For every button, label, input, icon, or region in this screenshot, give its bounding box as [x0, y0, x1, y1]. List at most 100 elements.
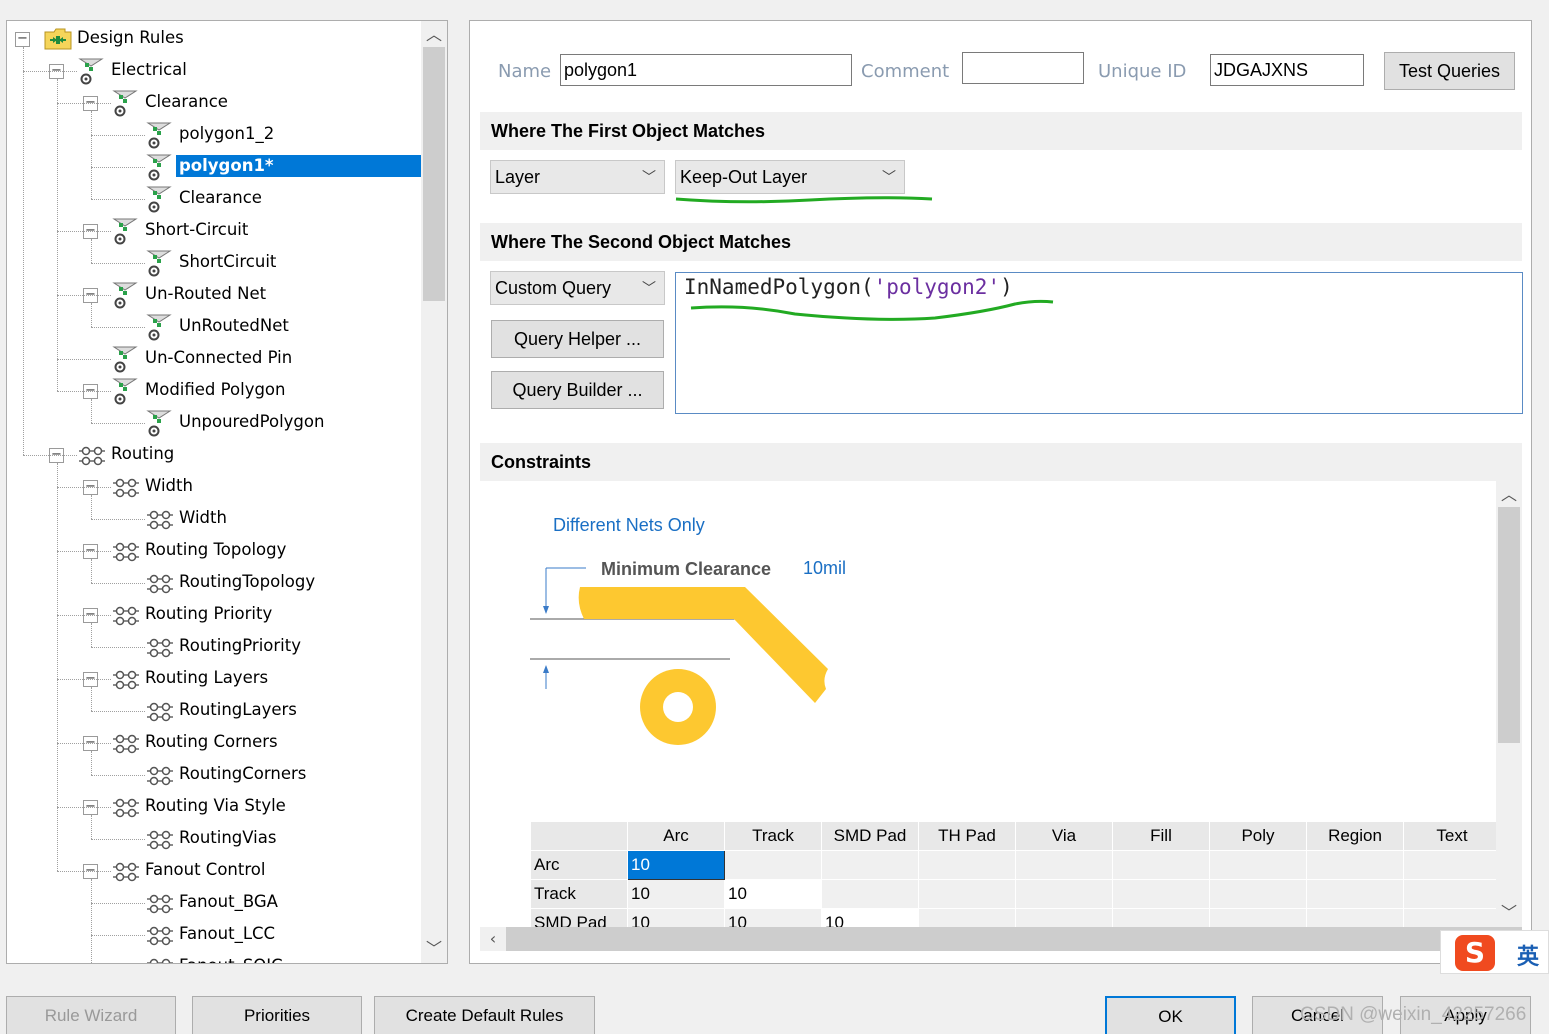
create-default-rules-button[interactable]: Create Default Rules: [374, 996, 595, 1034]
ok-button[interactable]: OK: [1105, 996, 1236, 1034]
unique-id-field[interactable]: JDGAJXNS: [1210, 54, 1364, 86]
second-object-header: Where The Second Object Matches: [480, 223, 1522, 261]
tree-item[interactable]: ShortCircuit: [7, 247, 421, 279]
tree-item-label: polygon1*: [176, 155, 421, 177]
tree-item[interactable]: UnpouredPolygon: [7, 407, 421, 439]
tree-item[interactable]: Width: [7, 503, 421, 535]
first-layer-select[interactable]: Keep-Out Layer ﹀: [675, 160, 905, 194]
tree-guide-line: [91, 751, 92, 775]
tree-guide-line: [91, 623, 92, 647]
name-field[interactable]: polygon1: [560, 54, 852, 86]
routing-icon: [145, 504, 175, 534]
tree-scroll-thumb[interactable]: [423, 47, 445, 301]
tree-item-label: Fanout_BGA: [179, 892, 278, 911]
tree-connector: [91, 583, 145, 584]
ime-language[interactable]: 英: [1517, 939, 1539, 971]
tree-guide-line: [57, 79, 58, 391]
matrix-column-header: Text: [1403, 821, 1501, 851]
routing-icon: [145, 632, 175, 662]
scroll-up-icon[interactable]: ︿: [421, 23, 447, 47]
matrix-corner: [530, 821, 628, 851]
first-condition-value: Layer: [495, 167, 541, 187]
scroll-down-icon[interactable]: ﹀: [421, 937, 447, 961]
tree-item[interactable]: RoutingPriority: [7, 631, 421, 663]
rule-wizard-button[interactable]: Rule Wizard: [6, 996, 176, 1034]
matrix-cell[interactable]: 10: [627, 850, 725, 880]
tree-connector: [91, 519, 145, 520]
tree-item-label: Fanout Control: [145, 860, 266, 879]
second-condition-value: Custom Query: [495, 278, 612, 298]
annotation-underline: [675, 196, 933, 204]
priorities-button[interactable]: Priorities: [192, 996, 362, 1034]
horizontal-scrollbar[interactable]: ‹: [480, 927, 1522, 951]
rule-tree[interactable]: − Design Rules − Electrical − Clearance polygo…: [6, 20, 448, 964]
tree-item-label: UnRoutedNet: [179, 316, 289, 335]
second-condition-select[interactable]: Custom Query ﹀: [490, 271, 665, 305]
first-condition-select[interactable]: Layer ﹀: [490, 160, 665, 194]
tree-item[interactable]: RoutingVias: [7, 823, 421, 855]
tree-item-label: ShortCircuit: [179, 252, 277, 271]
matrix-cell-empty: [1306, 879, 1404, 909]
tree-item-label: Clearance: [179, 188, 262, 207]
tree-connector: [57, 231, 111, 232]
tree-item[interactable]: Fanout_SOIC: [7, 951, 421, 963]
ime-toolbar[interactable]: S 英: [1440, 930, 1549, 974]
constraints-header: Constraints: [480, 443, 1522, 481]
constraints-scrollbar[interactable]: ︿ ﹀: [1496, 481, 1522, 927]
tree-connector: [91, 327, 145, 328]
clearance-matrix[interactable]: Arc Track SMD Pad TH Pad Via Fill Poly Region Te…: [530, 821, 1501, 938]
rule-class-icon: [111, 376, 141, 406]
tree-item[interactable]: RoutingCorners: [7, 759, 421, 791]
tree-scrollbar[interactable]: ︿ ﹀: [421, 21, 447, 963]
matrix-cell-empty: [1112, 879, 1210, 909]
matrix-cell-empty: [1306, 850, 1404, 880]
matrix-cell-empty: [1015, 850, 1113, 880]
tree-item-label: Fanout_SOIC: [176, 955, 286, 963]
tree-item[interactable]: RoutingTopology: [7, 567, 421, 599]
tree-item[interactable]: Fanout_LCC: [7, 919, 421, 951]
chevron-down-icon: ﹀: [882, 169, 896, 185]
tree-item[interactable]: UnRoutedNet: [7, 311, 421, 343]
tree-connector: [57, 103, 111, 104]
matrix-cell[interactable]: 10: [724, 879, 822, 909]
matrix-cell[interactable]: 10: [627, 879, 725, 909]
tree-guide-line: [91, 111, 92, 199]
matrix-column-header: Poly: [1209, 821, 1307, 851]
tree-item[interactable]: Clearance: [7, 183, 421, 215]
comment-field[interactable]: [962, 52, 1084, 84]
matrix-cell-empty: [821, 850, 919, 880]
routing-icon: [145, 824, 175, 854]
routing-icon: [111, 536, 141, 566]
rule-icon: [145, 408, 175, 438]
tree-connector: [91, 839, 145, 840]
matrix-cell-empty: [1015, 879, 1113, 909]
tree-item-label: UnpouredPolygon: [179, 412, 325, 431]
comment-label: Comment: [861, 61, 950, 82]
tree-item-label: Clearance: [145, 92, 228, 111]
net-scope-link[interactable]: Different Nets Only: [553, 515, 705, 536]
tree-item[interactable]: polygon1_2: [7, 119, 421, 151]
scroll-up-icon[interactable]: ︿: [1496, 483, 1522, 507]
tree-item-label: Electrical: [111, 60, 187, 79]
tree-item-label: RoutingPriority: [179, 636, 301, 655]
tree-connector: [57, 679, 111, 680]
collapse-toggle-icon[interactable]: −: [15, 32, 30, 47]
matrix-column-header: TH Pad: [918, 821, 1016, 851]
constraints-area: Different Nets Only Minimum Clearance 10…: [480, 481, 1522, 963]
test-queries-button[interactable]: Test Queries: [1384, 52, 1515, 90]
tree-item[interactable]: RoutingLayers: [7, 695, 421, 727]
constraints-scroll-thumb[interactable]: [1498, 507, 1520, 743]
scroll-left-icon[interactable]: ‹: [480, 927, 506, 951]
scroll-down-icon[interactable]: ﹀: [1496, 901, 1522, 925]
query-builder-button[interactable]: Query Builder ...: [491, 371, 664, 409]
tree-item[interactable]: − Design Rules: [7, 23, 421, 55]
tree-item[interactable]: Fanout_BGA: [7, 887, 421, 919]
matrix-row-header: Arc: [530, 850, 628, 880]
tree-item[interactable]: polygon1*: [7, 151, 421, 183]
matrix-column-header: SMD Pad: [821, 821, 919, 851]
query-helper-button[interactable]: Query Helper ...: [491, 320, 664, 358]
custom-query-editor[interactable]: InNamedPolygon('polygon2'): [675, 272, 1523, 414]
tree-guide-line: [91, 559, 92, 583]
tree-connector: [57, 615, 111, 616]
clearance-illustration: [530, 567, 828, 745]
